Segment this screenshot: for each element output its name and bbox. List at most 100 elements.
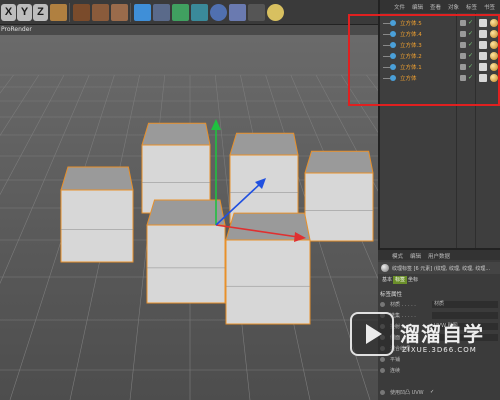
enabled-check-icon[interactable]: ✓ <box>468 74 473 81</box>
object-name[interactable]: 立方体.3 <box>400 41 422 49</box>
texture-tag-icon[interactable] <box>479 30 487 38</box>
material-tag-icon[interactable] <box>490 52 498 60</box>
object-row[interactable]: 立方体 ✓ <box>380 73 500 83</box>
object-name[interactable]: 立方体 <box>400 74 417 82</box>
object-row[interactable]: 立方体.5 ✓ <box>380 18 500 28</box>
x-axis-lock-button[interactable]: X <box>1 4 16 21</box>
cube-object-icon <box>390 64 396 70</box>
3d-viewport[interactable] <box>0 35 378 400</box>
cube-front-face <box>304 172 374 242</box>
visibility-toggle-icon[interactable] <box>460 31 466 37</box>
menu-objects[interactable]: 对象 <box>448 3 459 11</box>
cube <box>304 150 374 242</box>
attribute-label: 使用凹凸 UVW <box>390 390 424 396</box>
menu-view[interactable]: 查看 <box>430 3 441 11</box>
object-name[interactable]: 立方体.4 <box>400 30 422 38</box>
menu-edit[interactable]: 编辑 <box>410 252 421 260</box>
cube-top-face <box>141 122 211 146</box>
render-settings-icon[interactable] <box>111 4 128 21</box>
texture-tag-icon[interactable] <box>479 19 487 27</box>
texture-tag-icon[interactable] <box>479 41 487 49</box>
material-tag-icon[interactable] <box>490 30 498 38</box>
menu-edit[interactable]: 编辑 <box>412 3 423 11</box>
object-row[interactable]: 立方体.4 ✓ <box>380 29 500 39</box>
cube <box>146 199 226 304</box>
enabled-check-icon[interactable]: ✓ <box>468 52 473 59</box>
tree-line <box>383 78 390 79</box>
column-divider <box>456 13 457 248</box>
viewport-renderer-label[interactable]: ProRender <box>1 26 32 33</box>
attribute-row-material[interactable]: 材质 . . . . . 材质 <box>380 301 498 309</box>
cube <box>229 132 299 224</box>
tree-line <box>383 67 390 68</box>
capsule-icon[interactable] <box>210 4 227 21</box>
subdivision-icon[interactable] <box>172 4 189 21</box>
camera-icon[interactable] <box>248 4 265 21</box>
material-tag-icon[interactable] <box>490 63 498 71</box>
animation-dot-icon[interactable] <box>380 302 385 307</box>
enabled-check-icon[interactable]: ✓ <box>468 30 473 37</box>
cube-top-face <box>229 132 299 156</box>
tab-basic[interactable]: 基本 <box>380 276 394 284</box>
texture-tag-icon[interactable] <box>479 74 487 82</box>
animation-dot-icon[interactable] <box>380 390 385 395</box>
material-tag-icon[interactable] <box>490 19 498 27</box>
texture-tag-icon[interactable] <box>479 52 487 60</box>
texture-tag-icon[interactable] <box>479 63 487 71</box>
light-icon[interactable] <box>267 4 284 21</box>
render-picture-viewer-icon[interactable] <box>92 4 109 21</box>
cube-front-face <box>225 239 311 325</box>
coordinate-system-icon[interactable] <box>50 4 67 21</box>
visibility-toggle-icon[interactable] <box>460 53 466 59</box>
cube-top-face <box>146 199 226 226</box>
menu-bookmarks[interactable]: 书签 <box>484 3 495 11</box>
deformer-icon[interactable] <box>191 4 208 21</box>
cube-top-face <box>60 166 134 191</box>
z-axis-lock-button[interactable]: Z <box>33 4 48 21</box>
material-tag-icon[interactable] <box>490 74 498 82</box>
checkbox-check-icon[interactable]: ✓ <box>430 389 434 395</box>
visibility-toggle-icon[interactable] <box>460 75 466 81</box>
environment-icon[interactable] <box>229 4 246 21</box>
tree-line <box>383 23 390 24</box>
column-divider <box>475 13 476 248</box>
tab-coordinates[interactable]: 坐标 <box>406 276 420 284</box>
object-name[interactable]: 立方体.2 <box>400 52 422 60</box>
menu-file[interactable]: 文件 <box>394 3 405 11</box>
cube-object-icon <box>390 53 396 59</box>
material-field[interactable]: 材质 <box>432 301 498 308</box>
tree-line <box>383 34 390 35</box>
attribute-row-use-bump-uvw[interactable]: 使用凹凸 UVW ✓ <box>380 389 498 397</box>
object-manager-menubar: 文件 编辑 查看 对象 标签 书签 <box>380 0 500 13</box>
cube-front-face <box>60 189 134 263</box>
object-row[interactable]: 立方体.1 ✓ <box>380 62 500 72</box>
enabled-check-icon[interactable]: ✓ <box>468 63 473 70</box>
material-tag-icon[interactable] <box>490 41 498 49</box>
cube <box>141 122 211 214</box>
object-row[interactable]: 立方体.2 ✓ <box>380 51 500 61</box>
cube-object-icon <box>390 31 396 37</box>
render-view-icon[interactable] <box>73 4 90 21</box>
enabled-check-icon[interactable]: ✓ <box>468 19 473 26</box>
toolbar-separator <box>69 3 70 22</box>
object-row[interactable]: 立方体.3 ✓ <box>380 40 500 50</box>
pen-icon[interactable] <box>153 4 170 21</box>
tab-tag[interactable]: 标签 <box>393 276 408 284</box>
menu-tags[interactable]: 标签 <box>466 3 477 11</box>
tree-line <box>383 56 390 57</box>
section-title: 标签属性 <box>380 292 403 298</box>
play-logo-icon <box>350 312 394 356</box>
viewport-menubar: ProRender <box>0 25 378 35</box>
object-name[interactable]: 立方体.1 <box>400 63 422 71</box>
enabled-check-icon[interactable]: ✓ <box>468 41 473 48</box>
object-name[interactable]: 立方体.5 <box>400 19 422 27</box>
visibility-toggle-icon[interactable] <box>460 42 466 48</box>
menu-mode[interactable]: 模式 <box>392 252 403 260</box>
visibility-toggle-icon[interactable] <box>460 20 466 26</box>
y-axis-lock-button[interactable]: Y <box>17 4 32 21</box>
visibility-toggle-icon[interactable] <box>460 64 466 70</box>
menu-user-data[interactable]: 用户数据 <box>428 252 450 260</box>
cube <box>60 166 134 263</box>
cube-icon[interactable] <box>134 4 151 21</box>
toolbar-separator <box>130 3 131 22</box>
